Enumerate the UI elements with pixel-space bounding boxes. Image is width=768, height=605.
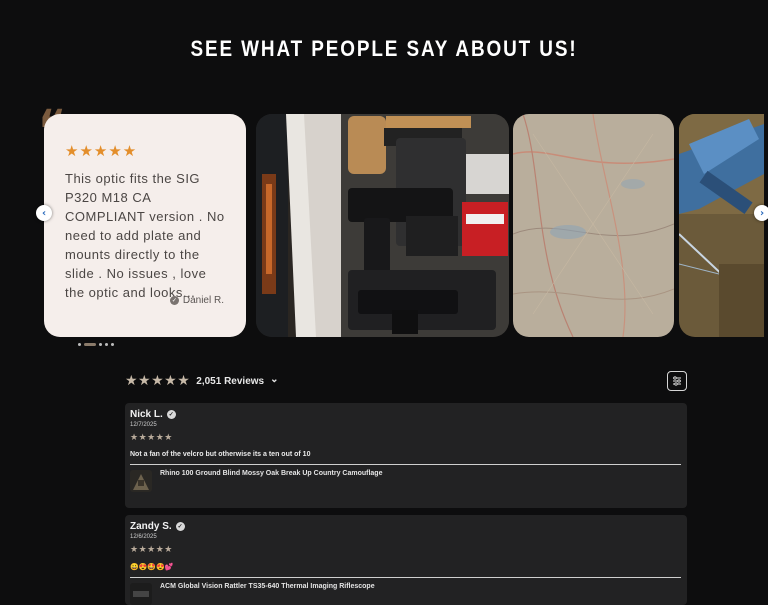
- product-thumbnail[interactable]: [130, 470, 152, 492]
- average-rating-stars: ★★★★★: [125, 373, 191, 389]
- pagination-dot[interactable]: [78, 343, 81, 346]
- review-date: 12/7/2025: [130, 422, 157, 428]
- review-photo-map[interactable]: [513, 114, 674, 337]
- review-stars: ★★★★★: [130, 433, 173, 443]
- review-body: Not a fan of the velcro but otherwise it…: [130, 451, 311, 458]
- chevron-down-icon: ⌄: [270, 373, 279, 385]
- review-photo-crossbow[interactable]: [679, 114, 764, 337]
- product-thumbnail[interactable]: [130, 583, 152, 605]
- review-body: 😀😍🤩😍💕: [130, 564, 174, 571]
- pagination-dot[interactable]: [99, 343, 102, 346]
- pagination-dot[interactable]: [111, 343, 114, 346]
- chevron-left-icon: ‹: [41, 207, 47, 219]
- featured-review-text: This optic fits the SIG P320 M18 CA COMP…: [65, 171, 225, 300]
- filter-button[interactable]: [667, 371, 687, 391]
- reviews-summary[interactable]: ★★★★★ 2,051 Reviews ⌄: [125, 373, 279, 389]
- review-stars: ★★★★★: [130, 545, 173, 555]
- author-name: Daniel R.: [182, 295, 224, 306]
- featured-review-author: ✓ Daniel R.: [169, 295, 224, 306]
- rating-stars: ★★★★★: [65, 142, 138, 160]
- review-card[interactable]: Zandy S. ✓ 12/6/2025 ★★★★★ 😀😍🤩😍💕 ACM Glo…: [125, 515, 687, 605]
- review-card[interactable]: Nick L. ✓ 12/7/2025 ★★★★★ Not a fan of t…: [125, 403, 687, 508]
- verified-check-icon: ✓: [175, 522, 185, 531]
- carousel-pagination: [78, 343, 114, 346]
- featured-review-card[interactable]: ★★★★★ This optic fits the SIG P320 M18 C…: [44, 114, 246, 337]
- reviewer-name: Zandy S.: [130, 521, 172, 532]
- carousel-prev-button[interactable]: ‹: [36, 205, 52, 221]
- section-title: SEE WHAT PEOPLE SAY ABOUT US!: [190, 36, 578, 61]
- product-title[interactable]: Rhino 100 Ground Blind Mossy Oak Break U…: [160, 470, 382, 477]
- chevron-right-icon: ›: [759, 207, 765, 219]
- sliders-icon: [673, 376, 681, 386]
- reviewed-product[interactable]: Rhino 100 Ground Blind Mossy Oak Break U…: [130, 470, 681, 492]
- verified-check-icon: ✓: [166, 410, 176, 419]
- reviewed-product[interactable]: ACM Global Vision Rattler TS35-640 Therm…: [130, 583, 681, 605]
- reviewer-name: Nick L.: [130, 409, 163, 420]
- verified-check-icon: ✓: [169, 296, 179, 305]
- review-date: 12/6/2025: [130, 534, 157, 540]
- review-count: 2,051 Reviews: [196, 375, 265, 387]
- pagination-dot[interactable]: [105, 343, 108, 346]
- divider: [130, 577, 681, 578]
- carousel-next-button[interactable]: ›: [754, 205, 768, 221]
- review-photo-pistols[interactable]: [256, 114, 509, 337]
- pagination-dot-active[interactable]: [84, 343, 96, 346]
- divider: [130, 464, 681, 465]
